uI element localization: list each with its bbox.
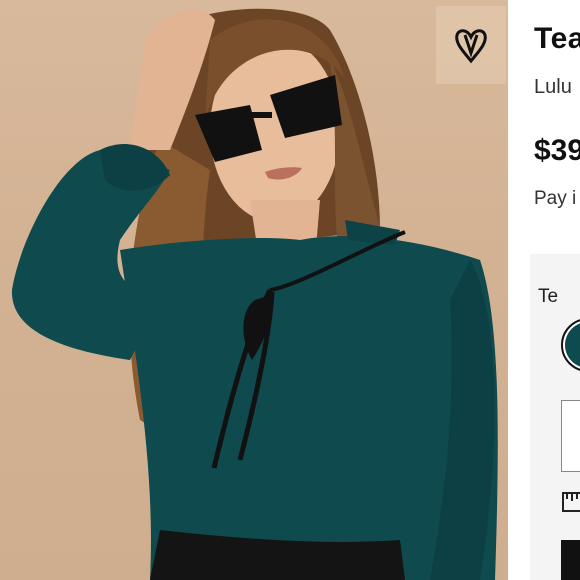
product-title: Tea	[534, 22, 580, 55]
size-option-box[interactable]	[561, 400, 580, 472]
product-photo[interactable]	[0, 0, 508, 580]
product-info-panel: Tea Lulu $39 Pay i Te	[508, 0, 580, 580]
heart-icon	[455, 29, 487, 64]
model-illustration	[11, 8, 498, 580]
brand-link[interactable]: Lulu	[534, 76, 572, 99]
ruler-icon[interactable]	[562, 492, 580, 512]
payment-info-text: Pay i	[534, 188, 577, 209]
color-label: Te	[538, 286, 559, 307]
favorite-button[interactable]	[436, 6, 506, 84]
add-to-bag-button[interactable]	[561, 540, 580, 580]
product-price: $39	[534, 134, 580, 167]
